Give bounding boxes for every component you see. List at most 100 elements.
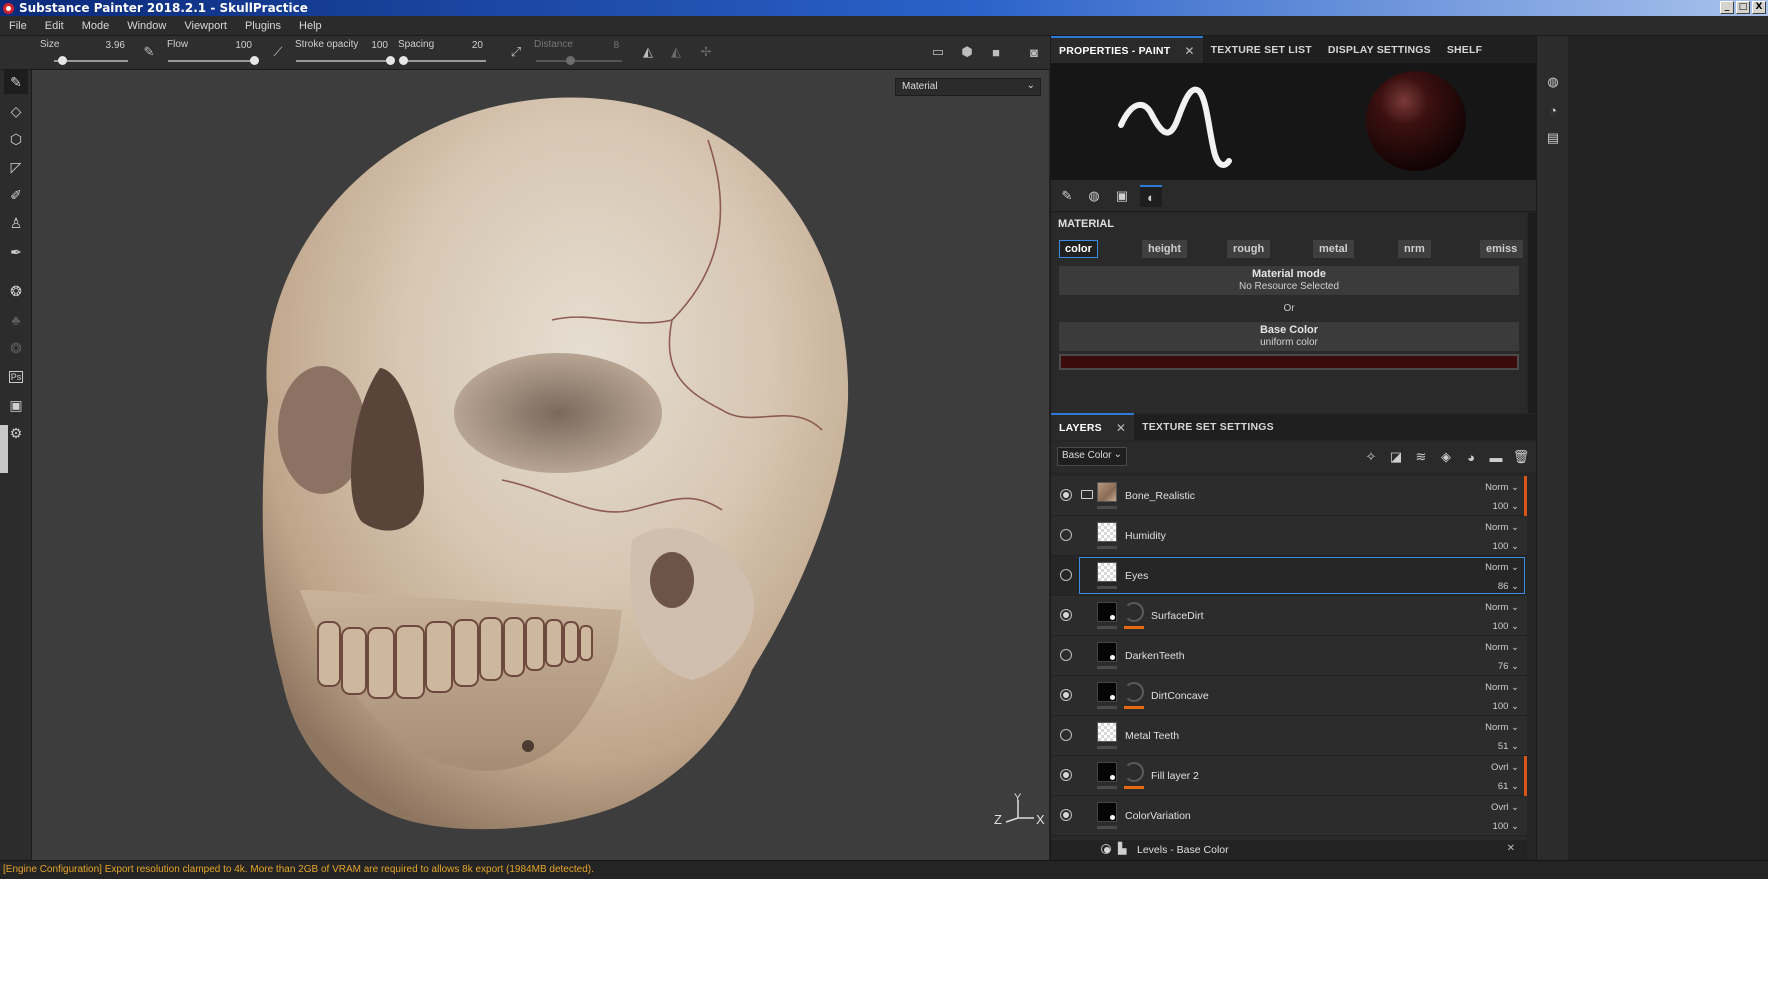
flow-slider[interactable] xyxy=(168,60,254,62)
spacing-slider[interactable] xyxy=(400,60,486,62)
menu-viewport[interactable]: Viewport xyxy=(175,20,236,32)
blend-mode-dropdown[interactable]: Norm ⌄ xyxy=(1485,722,1519,733)
pressure-icon[interactable]: ⟋ xyxy=(268,42,288,62)
size-value[interactable]: 3.96 xyxy=(95,40,125,51)
add-folder-icon[interactable]: ▬ xyxy=(1487,448,1505,466)
visibility-toggle-icon[interactable] xyxy=(1060,609,1072,621)
mask-thumbnail[interactable] xyxy=(1124,682,1144,702)
blend-mode-dropdown[interactable]: Ovrl ⌄ xyxy=(1491,762,1519,773)
spacing-slider-handle[interactable] xyxy=(399,56,409,65)
alpha-icon[interactable]: ◍ xyxy=(1083,185,1105,207)
menu-file[interactable]: File xyxy=(0,20,36,32)
camera-icon[interactable]: ■ xyxy=(986,42,1006,62)
maximize-button[interactable]: □ xyxy=(1736,1,1750,14)
layer-row[interactable]: Bone_Realistic Norm ⌄ 100 ⌄ xyxy=(1051,476,1527,516)
properties-scrollbar[interactable] xyxy=(1528,213,1536,413)
flow-value[interactable]: 100 xyxy=(222,40,252,51)
blend-mode-dropdown[interactable]: Norm ⌄ xyxy=(1485,482,1519,493)
visibility-toggle-icon[interactable] xyxy=(1060,769,1072,781)
layer-name[interactable]: Bone_Realistic xyxy=(1125,490,1195,502)
levels-effect-row[interactable]: ▙ Levels - Base Color ✕ xyxy=(1051,840,1527,860)
folder-icon[interactable] xyxy=(1081,490,1093,499)
opacity-dropdown[interactable]: 100 ⌄ xyxy=(1493,501,1519,512)
color-picker-icon[interactable]: ✒ xyxy=(4,240,28,264)
layer-row[interactable]: DirtConcave Norm ⌄ 100 ⌄ xyxy=(1051,676,1527,716)
opacity-dropdown[interactable]: 51 ⌄ xyxy=(1498,741,1519,752)
menu-window[interactable]: Window xyxy=(118,20,175,32)
menu-edit[interactable]: Edit xyxy=(36,20,73,32)
lazy-mouse-icon[interactable]: ⤢ xyxy=(506,42,526,62)
environment-icon[interactable]: ◍ xyxy=(1543,72,1563,92)
add-fill-layer-icon[interactable]: ◈ xyxy=(1437,448,1455,466)
polygon-fill-icon[interactable]: ◸ xyxy=(4,155,28,179)
channel-metal-button[interactable]: metal xyxy=(1313,240,1354,258)
mask-thumbnail[interactable] xyxy=(1124,602,1144,622)
paint-brush-icon[interactable]: ✎ xyxy=(4,70,28,94)
skull-model[interactable] xyxy=(32,70,1049,860)
layer-thumbnail[interactable] xyxy=(1097,682,1117,702)
layer-thumbnail[interactable] xyxy=(1097,642,1117,662)
minimize-button[interactable]: _ xyxy=(1720,1,1734,14)
viewport-mode-dropdown[interactable]: Material ⌄ xyxy=(895,78,1041,96)
close-tab-icon[interactable]: ✕ xyxy=(1116,421,1126,435)
flow-slider-handle[interactable] xyxy=(250,56,259,65)
stroke-opacity-value[interactable]: 100 xyxy=(358,40,388,51)
symmetry-axis-icon[interactable]: ✢ xyxy=(696,42,716,62)
layer-thumbnail[interactable] xyxy=(1097,602,1117,622)
opacity-dropdown[interactable]: 86 ⌄ xyxy=(1498,581,1519,592)
visibility-toggle-icon[interactable] xyxy=(1060,689,1072,701)
close-button[interactable]: X xyxy=(1752,1,1766,14)
collapse-handle[interactable] xyxy=(0,425,8,473)
screenshot-icon[interactable]: ◙ xyxy=(1024,42,1044,62)
export-icon[interactable]: ▣ xyxy=(4,393,28,417)
clone-stamp-icon[interactable]: ♙ xyxy=(4,211,28,235)
tab-properties-paint[interactable]: PROPERTIES - PAINT ✕ xyxy=(1051,36,1203,63)
symmetry-mirror-icon[interactable]: ◭ xyxy=(666,42,686,62)
tab-shelf[interactable]: SHELF xyxy=(1439,36,1490,63)
layer-channel-dropdown[interactable]: Base Color ⌄ xyxy=(1057,447,1127,466)
layer-row[interactable]: Metal Teeth Norm ⌄ 51 ⌄ xyxy=(1051,716,1527,756)
visibility-toggle-icon[interactable] xyxy=(1060,489,1072,501)
close-tab-icon[interactable]: ✕ xyxy=(1184,44,1194,58)
remove-effect-icon[interactable]: ✕ xyxy=(1507,843,1515,854)
history-icon[interactable]: ◔ xyxy=(1543,100,1563,120)
menu-mode[interactable]: Mode xyxy=(73,20,119,32)
material-icon[interactable]: ◐ xyxy=(1140,185,1162,207)
delete-layer-icon[interactable]: 🗑 xyxy=(1512,448,1530,466)
spacing-value[interactable]: 20 xyxy=(453,40,483,51)
photoshop-icon[interactable]: Ps xyxy=(4,365,28,389)
layer-name[interactable]: ColorVariation xyxy=(1125,810,1191,822)
tab-texture-set-list[interactable]: TEXTURE SET LIST xyxy=(1203,36,1320,63)
tab-texture-set-settings[interactable]: TEXTURE SET SETTINGS xyxy=(1134,413,1282,440)
iray-icon[interactable]: ❂ xyxy=(4,336,28,360)
opacity-dropdown[interactable]: 100 ⌄ xyxy=(1493,701,1519,712)
blend-mode-dropdown[interactable]: Norm ⌄ xyxy=(1485,522,1519,533)
stroke-opacity-slider-handle[interactable] xyxy=(386,56,395,65)
opacity-dropdown[interactable]: 76 ⌄ xyxy=(1498,661,1519,672)
add-effect-icon[interactable]: ✧ xyxy=(1362,448,1380,466)
alarm-icon[interactable]: ♣ xyxy=(4,308,28,332)
brush-angle-icon[interactable]: ✎ xyxy=(139,42,159,62)
layer-name[interactable]: SurfaceDirt xyxy=(1151,610,1204,622)
visibility-toggle-icon[interactable] xyxy=(1060,529,1072,541)
blend-mode-dropdown[interactable]: Norm ⌄ xyxy=(1485,602,1519,613)
add-layer-icon[interactable]: ≋ xyxy=(1412,448,1430,466)
3d-viewport[interactable]: Y Z X Material ⌄ xyxy=(32,70,1049,860)
layer-thumbnail[interactable] xyxy=(1097,482,1117,502)
layer-name[interactable]: DirtConcave xyxy=(1151,690,1209,702)
layer-name[interactable]: Fill layer 2 xyxy=(1151,770,1199,782)
visibility-toggle-icon[interactable] xyxy=(1060,729,1072,741)
opacity-dropdown[interactable]: 100 ⌄ xyxy=(1493,821,1519,832)
blend-mode-dropdown[interactable]: Ovrl ⌄ xyxy=(1491,802,1519,813)
symmetry-icon[interactable]: ◭ xyxy=(638,42,658,62)
layer-name[interactable]: Metal Teeth xyxy=(1125,730,1179,742)
effect-name[interactable]: Levels - Base Color xyxy=(1137,844,1229,856)
opacity-dropdown[interactable]: 61 ⌄ xyxy=(1498,781,1519,792)
tab-display-settings[interactable]: DISPLAY SETTINGS xyxy=(1320,36,1439,63)
visibility-toggle-icon[interactable] xyxy=(1101,844,1111,854)
visibility-toggle-icon[interactable] xyxy=(1060,649,1072,661)
layer-row[interactable]: DarkenTeeth Norm ⌄ 76 ⌄ xyxy=(1051,636,1527,676)
layer-thumbnail[interactable] xyxy=(1097,722,1117,742)
layer-row[interactable]: Fill layer 2 Ovrl ⌄ 61 ⌄ xyxy=(1051,756,1527,796)
layer-thumbnail[interactable] xyxy=(1097,522,1117,542)
